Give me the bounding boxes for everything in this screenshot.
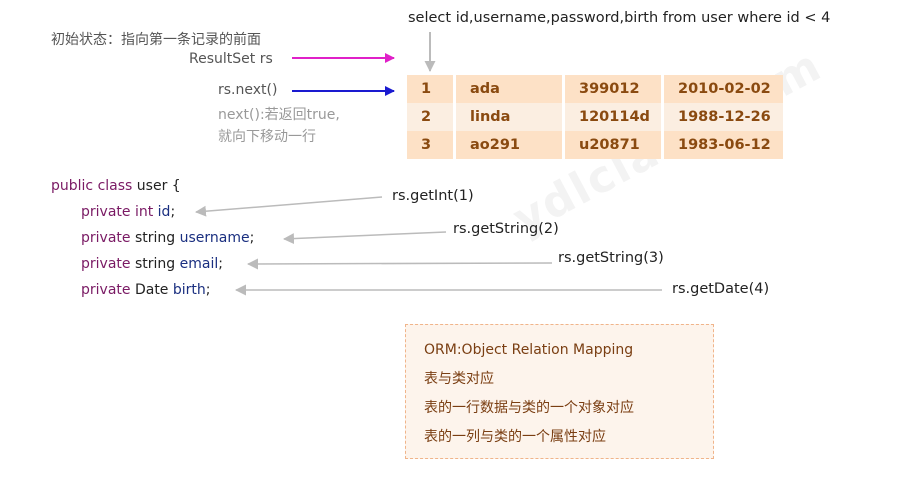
- field-name: birth: [172, 282, 206, 298]
- initial-state-title: 初始状态：指向第一条记录的前面: [51, 32, 261, 48]
- getint-label: rs.getInt(1): [392, 188, 474, 204]
- field-modifier: private: [81, 256, 131, 272]
- field-email: private string email;: [81, 256, 223, 272]
- getint-arrow: [195, 196, 383, 217]
- cell-birth: 1983-06-12: [661, 131, 783, 159]
- cell-username: ao291: [453, 131, 562, 159]
- cell-birth: 2010-02-02: [661, 75, 783, 103]
- field-name: username: [179, 230, 250, 246]
- cell-username: linda: [453, 103, 562, 131]
- orm-line: 表的一行数据与类的一个对象对应: [424, 400, 634, 416]
- orm-line: 表的一列与类的一个属性对应: [424, 429, 606, 445]
- class-keyword: class: [97, 178, 133, 194]
- orm-line: 表与类对应: [424, 371, 494, 387]
- next-call-label: rs.next(): [218, 82, 278, 98]
- field-type: string: [134, 256, 176, 272]
- field-birth: private Date birth;: [81, 282, 211, 298]
- getstring3-label: rs.getString(3): [558, 250, 664, 266]
- cell-password: 120114d: [562, 103, 661, 131]
- field-id: private int id;: [81, 204, 175, 220]
- field-modifier: private: [81, 204, 131, 220]
- field-username: private string username;: [81, 230, 254, 246]
- field-name: email: [179, 256, 219, 272]
- table-row: 3 ao291 u20871 1983-06-12: [407, 131, 783, 159]
- field-end: ;: [170, 204, 176, 220]
- class-modifier: public: [51, 178, 94, 194]
- getstring2-label: rs.getString(2): [453, 221, 559, 237]
- field-type: int: [134, 204, 154, 220]
- class-name: user {: [136, 178, 181, 194]
- cell-password: u20871: [562, 131, 661, 159]
- table-row: 1 ada 399012 2010-02-02: [407, 75, 783, 103]
- cell-password: 399012: [562, 75, 661, 103]
- field-modifier: private: [81, 230, 131, 246]
- next-description-line1: next():若返回true,: [218, 107, 340, 123]
- field-end: ;: [218, 256, 223, 272]
- field-modifier: private: [81, 282, 131, 298]
- table-row: 2 linda 120114d 1988-12-26: [407, 103, 783, 131]
- getdate-label: rs.getDate(4): [672, 281, 770, 297]
- cell-id: 2: [407, 103, 453, 131]
- getstring2-arrow: [283, 231, 447, 245]
- field-end: ;: [205, 282, 211, 298]
- cell-birth: 1988-12-26: [661, 103, 783, 131]
- field-name: id: [157, 204, 171, 220]
- field-type: Date: [134, 282, 169, 298]
- sql-query: select id,username,password,birth from u…: [408, 10, 831, 26]
- orm-box: ORM:Object Relation Mapping 表与类对应 表的一行数据…: [405, 324, 714, 459]
- resultset-table: 1 ada 399012 2010-02-02 2 linda 120114d …: [407, 75, 783, 159]
- cell-username: ada: [453, 75, 562, 103]
- cell-id: 1: [407, 75, 453, 103]
- resultset-label: ResultSet rs: [189, 51, 273, 67]
- class-declaration: public class user {: [51, 178, 181, 194]
- field-end: ;: [249, 230, 255, 246]
- orm-title: ORM:Object Relation Mapping: [424, 342, 634, 358]
- next-description-line2: 就向下移动一行: [218, 129, 316, 145]
- getstring3-arrow: [247, 258, 553, 270]
- cell-id: 3: [407, 131, 453, 159]
- field-type: string: [134, 230, 176, 246]
